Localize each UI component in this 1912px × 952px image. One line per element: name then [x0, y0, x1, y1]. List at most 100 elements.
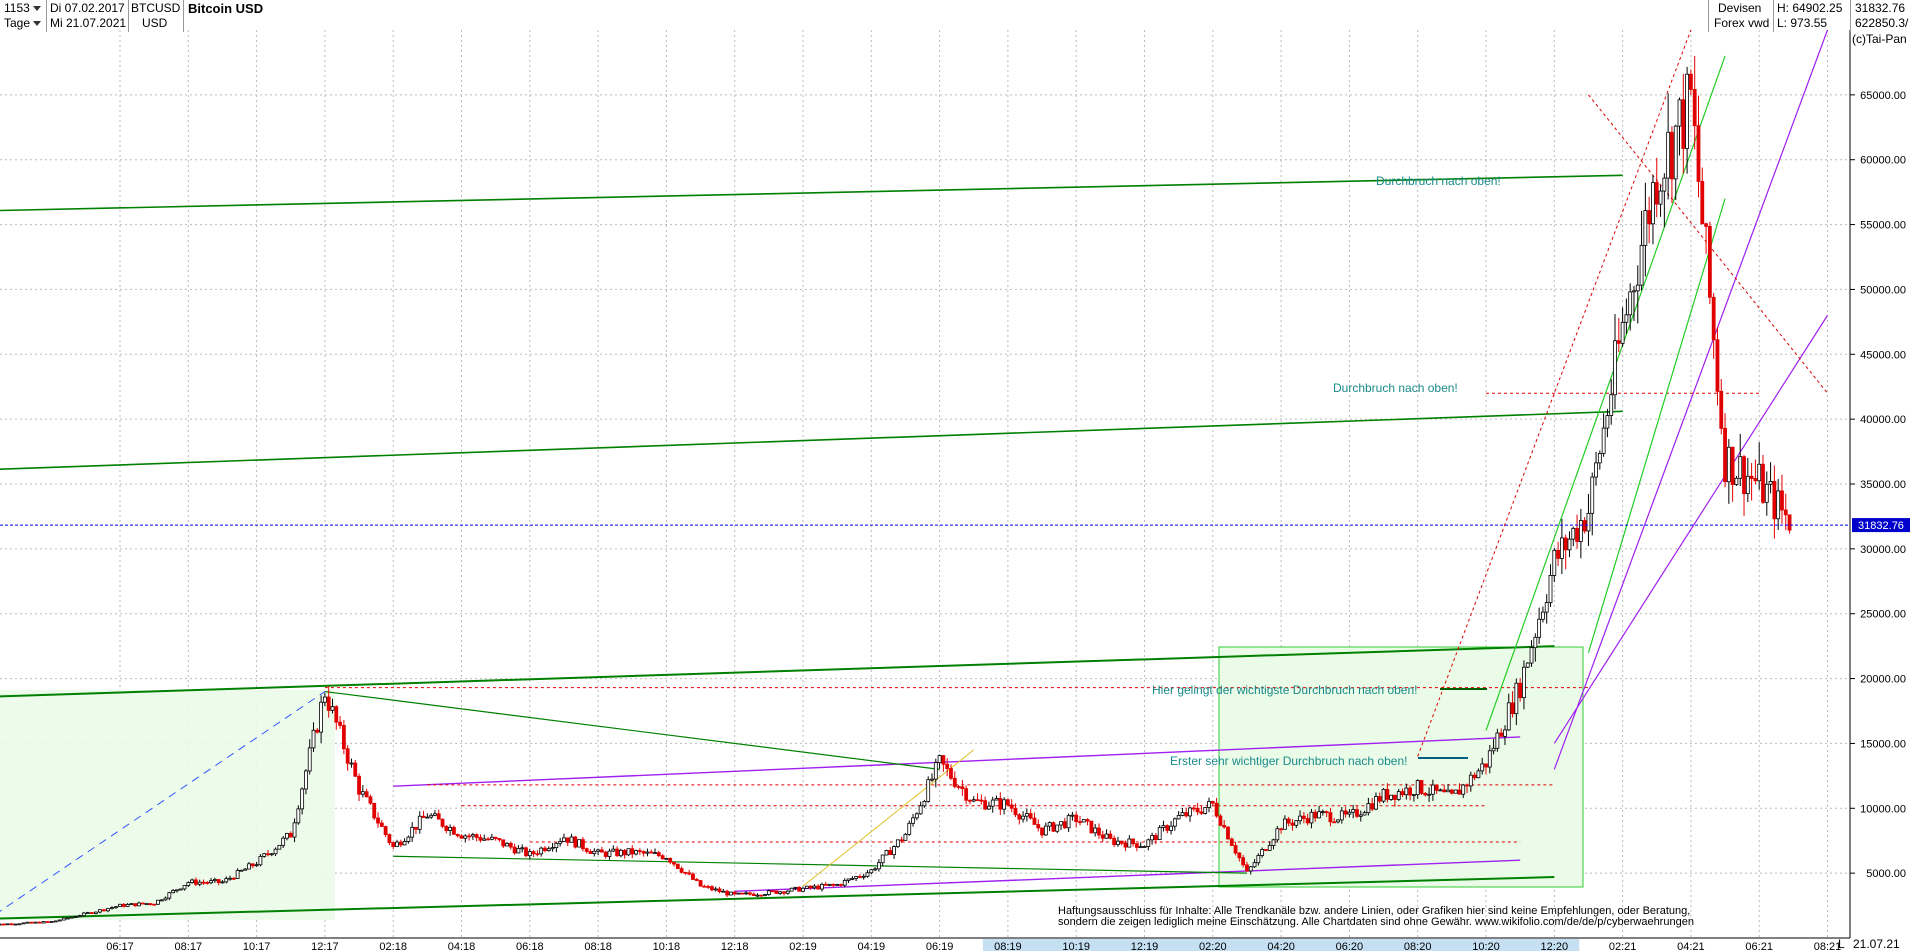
candle-body	[1556, 549, 1560, 559]
candle-body	[903, 833, 908, 841]
candle-body	[1123, 842, 1128, 848]
candle-body	[1150, 835, 1154, 841]
bar-count[interactable]: 1153	[4, 1, 41, 15]
candle-body	[1374, 796, 1378, 810]
candle-body	[1605, 415, 1610, 429]
candle-body	[550, 847, 555, 850]
candle-body	[379, 822, 384, 827]
x-axis: 06:17 08:17 10:17 12:17 02:18 04:18 06:18 08:18…	[0, 937, 1850, 952]
candle-body	[121, 903, 126, 907]
disclaimer-line-2: sondern die zeigen lediglich meine Einsc…	[1058, 916, 1694, 928]
candle-body	[918, 805, 923, 815]
y-tick-label: 40000.00	[1860, 414, 1906, 426]
candle-body	[178, 888, 183, 891]
candle-body	[231, 877, 236, 880]
candle-body	[1002, 799, 1007, 810]
candle-body	[357, 775, 361, 795]
candle-body	[691, 873, 695, 880]
candle-body	[209, 880, 213, 884]
candle-body	[1301, 815, 1306, 819]
candle-body	[1256, 855, 1261, 864]
candle-body	[649, 851, 654, 854]
y-tick-label: 15000.00	[1860, 738, 1906, 750]
candle-body	[660, 855, 665, 860]
candle-body	[520, 847, 525, 850]
candle-body	[406, 836, 411, 842]
candle-body	[1188, 807, 1192, 817]
chevron-down-icon[interactable]	[33, 21, 42, 27]
candle-body	[702, 885, 707, 888]
candle-body	[1210, 801, 1215, 804]
candle-body	[239, 869, 244, 872]
candle-body	[216, 879, 221, 883]
candle-body	[641, 851, 646, 854]
candle-body	[1449, 789, 1454, 794]
candle-body	[861, 875, 866, 878]
candle-body	[721, 890, 726, 893]
candle-body	[1279, 828, 1283, 831]
candle-body	[1578, 520, 1583, 542]
candle-body	[425, 816, 430, 819]
candle-body	[493, 836, 498, 839]
candle-body	[41, 921, 46, 924]
candle-body	[1480, 763, 1485, 772]
chevron-down-icon[interactable]	[32, 6, 41, 12]
candle-body	[65, 917, 70, 920]
candle-body	[956, 786, 961, 788]
candle-body	[865, 872, 870, 877]
candle-body	[637, 850, 642, 853]
scale-mode-button[interactable]: L	[1838, 937, 1845, 951]
candle-body	[1635, 284, 1640, 292]
candle-body	[611, 848, 616, 852]
candle-body	[228, 877, 232, 880]
candle-body	[1203, 807, 1208, 814]
period-select[interactable]: Tage	[4, 16, 42, 30]
candle-body	[1112, 837, 1117, 845]
end-date: 21.07.21	[1853, 937, 1900, 951]
candle-body	[171, 890, 176, 894]
candle-body	[793, 886, 798, 889]
candle-body	[1305, 818, 1310, 824]
candle-body	[486, 838, 490, 841]
candle-body	[1347, 811, 1352, 815]
candle-body	[911, 817, 915, 824]
candle-body	[1780, 490, 1784, 511]
candle-body	[1013, 807, 1018, 816]
candle-body	[1226, 826, 1230, 840]
candle-body	[888, 850, 893, 856]
candle-body	[21, 922, 26, 925]
y-tick-label: 45000.00	[1860, 349, 1906, 361]
candle-body	[186, 882, 191, 886]
x-tick-label: 08:18	[584, 941, 612, 952]
candle-body	[322, 696, 327, 703]
candle-body	[740, 892, 745, 895]
candle-body	[277, 844, 282, 850]
candle-body	[1343, 810, 1348, 815]
price-chart[interactable]: 5000.00 10000.00 15000.00 20000.00 25000.00 3…	[0, 0, 1912, 952]
candle-body	[558, 841, 563, 844]
candle-body	[330, 706, 335, 711]
candle-body	[1628, 291, 1633, 316]
candle-body	[1503, 729, 1507, 737]
annotation-breakout-top: Durchbruch nach oben!	[1376, 174, 1501, 188]
candle-body	[717, 888, 722, 893]
candle-body	[751, 893, 756, 896]
candle-body	[1624, 314, 1629, 323]
candle-body	[1252, 862, 1257, 868]
candle-body	[269, 853, 274, 856]
candle-body	[1070, 814, 1075, 817]
candle-body	[1772, 481, 1777, 520]
candle-body	[1275, 828, 1280, 841]
candle-body	[1620, 321, 1625, 344]
candle-body	[13, 923, 18, 926]
candle-body	[694, 879, 699, 881]
candle-body	[713, 888, 718, 891]
candle-body	[1195, 807, 1200, 813]
candle-body	[1506, 702, 1511, 731]
last-price-label: 31832.76	[1858, 520, 1904, 532]
candle-body	[57, 919, 62, 922]
candle-body	[1237, 852, 1242, 859]
candle-body	[33, 921, 38, 924]
candle-body	[952, 777, 957, 787]
candle-body	[1222, 824, 1227, 828]
